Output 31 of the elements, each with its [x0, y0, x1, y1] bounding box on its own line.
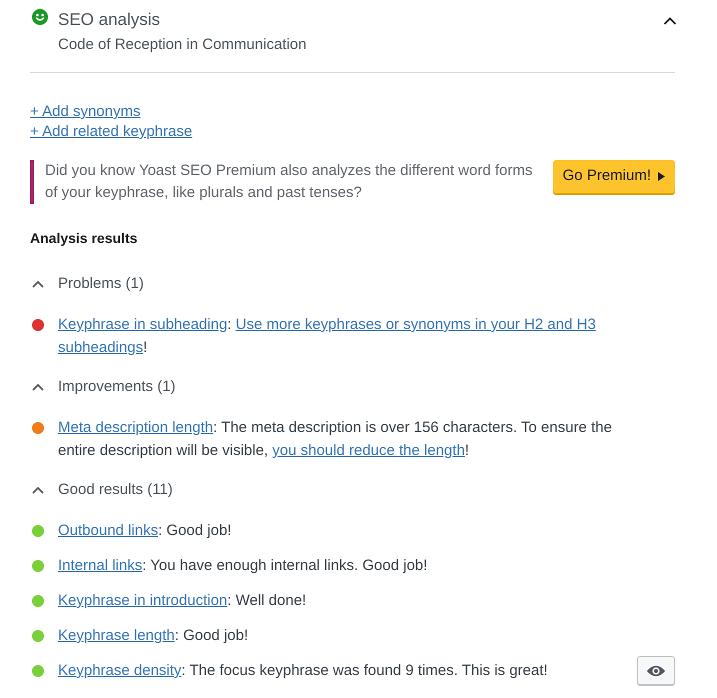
- result-link[interactable]: Outbound links: [58, 522, 158, 539]
- result-text: Meta description length: The meta description is over 156 characters. To ensure the entire description will be visible, you should reduce the length!: [58, 418, 613, 461]
- result-text: Internal links: You have enough internal links. Good job!: [58, 556, 428, 576]
- chevron-up-icon[interactable]: [663, 16, 677, 26]
- premium-notice: Did you know Yoast SEO Premium also analyzes the different word forms of your keyphrase, like plurals and past tenses?: [30, 160, 539, 204]
- result-link[interactable]: Meta description length: [58, 419, 214, 436]
- caret-right-icon: [658, 172, 665, 181]
- add-link[interactable]: + Add related keyphrase: [30, 122, 192, 142]
- result-link[interactable]: Keyphrase in subheading: [58, 316, 228, 333]
- result-link[interactable]: Keyphrase density: [58, 662, 182, 679]
- add-link[interactable]: + Add synonyms: [30, 102, 140, 122]
- result-text: Keyphrase density: The focus keyphrase was found 9 times. This is great!: [58, 661, 549, 681]
- go-premium-button[interactable]: Go Premium!: [552, 160, 675, 193]
- result-text: Keyphrase in subheading: Use more keyphrases or synonyms in your H2 and H3 subheadings!: [58, 315, 597, 358]
- result-link[interactable]: Internal links: [58, 557, 142, 574]
- result-text: Keyphrase length: Good job!: [58, 626, 250, 646]
- section-toggle[interactable]: Improvements (1): [30, 377, 176, 397]
- eye-button[interactable]: [637, 656, 675, 685]
- result-link[interactable]: Keyphrase length: [58, 627, 175, 644]
- panel-title: SEO analysis: [58, 9, 160, 31]
- result-link[interactable]: Keyphrase in introduction: [58, 592, 228, 609]
- section-toggle[interactable]: Good results (11): [30, 480, 173, 500]
- result-link[interactable]: Use more keyphrases or synonyms in your H2 and H3: [236, 316, 596, 333]
- section-toggle[interactable]: Problems (1): [30, 274, 144, 294]
- eye-icon: [646, 664, 666, 678]
- result-text: Outbound links: Good job!: [58, 521, 232, 541]
- result-link[interactable]: you should reduce the length: [272, 442, 465, 459]
- result-link[interactable]: subheadings: [58, 339, 144, 356]
- analysis-heading: Analysis results: [30, 229, 138, 248]
- panel-subtitle: Code of Reception in Communication: [58, 35, 306, 55]
- result-text: Keyphrase in introduction: Well done!: [58, 591, 308, 611]
